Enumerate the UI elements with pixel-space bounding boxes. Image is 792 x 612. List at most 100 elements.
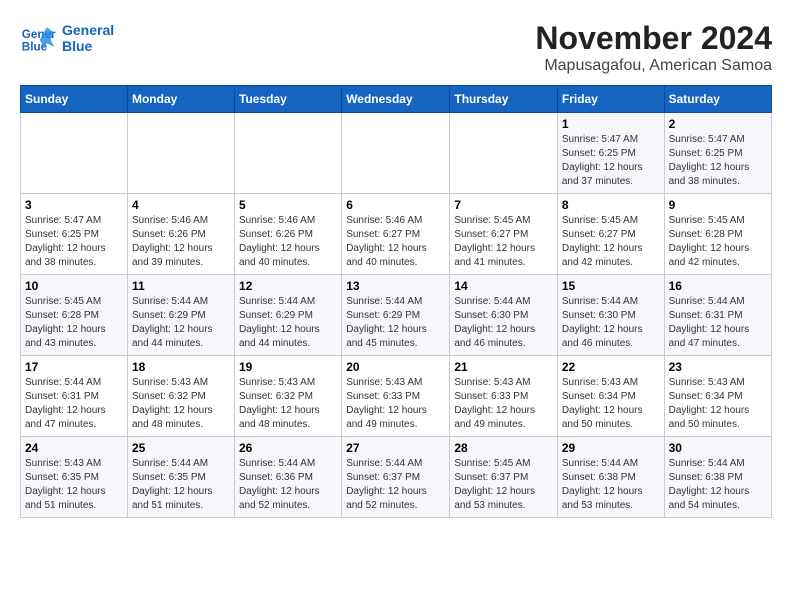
calendar-day-cell: 5 Sunrise: 5:46 AM Sunset: 6:26 PM Daylig… bbox=[235, 194, 342, 275]
calendar-day-cell: 17 Sunrise: 5:44 AM Sunset: 6:31 PM Dayli… bbox=[21, 356, 128, 437]
day-number: 17 bbox=[25, 360, 123, 374]
day-number: 4 bbox=[132, 198, 230, 212]
calendar-day-cell bbox=[127, 113, 234, 194]
calendar-day-cell: 13 Sunrise: 5:44 AM Sunset: 6:29 PM Dayli… bbox=[342, 275, 450, 356]
calendar-day-cell: 22 Sunrise: 5:43 AM Sunset: 6:34 PM Dayli… bbox=[557, 356, 664, 437]
weekday-header-cell: Monday bbox=[127, 86, 234, 113]
logo-line1: General bbox=[62, 22, 114, 38]
calendar-day-cell: 23 Sunrise: 5:43 AM Sunset: 6:34 PM Dayli… bbox=[664, 356, 771, 437]
day-info: Sunrise: 5:43 AM Sunset: 6:33 PM Dayligh… bbox=[346, 376, 445, 432]
day-number: 26 bbox=[239, 441, 337, 455]
day-info: Sunrise: 5:44 AM Sunset: 6:37 PM Dayligh… bbox=[346, 457, 445, 513]
weekday-header-cell: Saturday bbox=[664, 86, 771, 113]
calendar-day-cell: 10Sunrise: 5:45 AM Sunset: 6:28 PM Dayli… bbox=[21, 275, 128, 356]
calendar-day-cell bbox=[342, 113, 450, 194]
weekday-header-cell: Wednesday bbox=[342, 86, 450, 113]
calendar-day-cell: 30Sunrise: 5:44 AM Sunset: 6:38 PM Dayli… bbox=[664, 437, 771, 518]
day-info: Sunrise: 5:44 AM Sunset: 6:31 PM Dayligh… bbox=[25, 376, 123, 432]
calendar-day-cell: 6 Sunrise: 5:46 AM Sunset: 6:27 PM Daylig… bbox=[342, 194, 450, 275]
day-info: Sunrise: 5:44 AM Sunset: 6:29 PM Dayligh… bbox=[132, 295, 230, 351]
calendar-day-cell: 26 Sunrise: 5:44 AM Sunset: 6:36 PM Dayli… bbox=[235, 437, 342, 518]
day-number: 21 bbox=[454, 360, 553, 374]
day-info: Sunrise: 5:45 AM Sunset: 6:27 PM Dayligh… bbox=[454, 214, 553, 270]
day-info: Sunrise: 5:47 AM Sunset: 6:25 PM Dayligh… bbox=[669, 133, 767, 189]
day-info: Sunrise: 5:45 AM Sunset: 6:37 PM Dayligh… bbox=[454, 457, 553, 513]
day-number: 2 bbox=[669, 117, 767, 131]
logo-icon: General Blue bbox=[20, 20, 56, 56]
title-block: November 2024 Mapusagafou, American Samo… bbox=[535, 20, 772, 75]
day-number: 14 bbox=[454, 279, 553, 293]
day-info: Sunrise: 5:44 AM Sunset: 6:38 PM Dayligh… bbox=[669, 457, 767, 513]
calendar-day-cell: 15 Sunrise: 5:44 AM Sunset: 6:30 PM Dayli… bbox=[557, 275, 664, 356]
day-info: Sunrise: 5:46 AM Sunset: 6:27 PM Dayligh… bbox=[346, 214, 445, 270]
calendar-day-cell: 9 Sunrise: 5:45 AM Sunset: 6:28 PM Daylig… bbox=[664, 194, 771, 275]
calendar-week-row: 17 Sunrise: 5:44 AM Sunset: 6:31 PM Dayli… bbox=[21, 356, 772, 437]
day-number: 12 bbox=[239, 279, 337, 293]
day-info: Sunrise: 5:46 AM Sunset: 6:26 PM Dayligh… bbox=[132, 214, 230, 270]
day-info: Sunrise: 5:43 AM Sunset: 6:32 PM Dayligh… bbox=[239, 376, 337, 432]
day-number: 9 bbox=[669, 198, 767, 212]
calendar-day-cell bbox=[21, 113, 128, 194]
calendar-day-cell bbox=[235, 113, 342, 194]
day-info: Sunrise: 5:43 AM Sunset: 6:32 PM Dayligh… bbox=[132, 376, 230, 432]
calendar-day-cell: 28 Sunrise: 5:45 AM Sunset: 6:37 PM Dayli… bbox=[450, 437, 558, 518]
day-number: 25 bbox=[132, 441, 230, 455]
day-info: Sunrise: 5:44 AM Sunset: 6:36 PM Dayligh… bbox=[239, 457, 337, 513]
calendar-day-cell: 11 Sunrise: 5:44 AM Sunset: 6:29 PM Dayli… bbox=[127, 275, 234, 356]
logo-line2: Blue bbox=[62, 38, 92, 54]
weekday-header-cell: Sunday bbox=[21, 86, 128, 113]
day-number: 10 bbox=[25, 279, 123, 293]
day-info: Sunrise: 5:43 AM Sunset: 6:34 PM Dayligh… bbox=[669, 376, 767, 432]
calendar-day-cell: 25 Sunrise: 5:44 AM Sunset: 6:35 PM Dayli… bbox=[127, 437, 234, 518]
day-info: Sunrise: 5:44 AM Sunset: 6:38 PM Dayligh… bbox=[562, 457, 660, 513]
day-number: 15 bbox=[562, 279, 660, 293]
day-number: 29 bbox=[562, 441, 660, 455]
day-info: Sunrise: 5:44 AM Sunset: 6:31 PM Dayligh… bbox=[669, 295, 767, 351]
weekday-header-cell: Thursday bbox=[450, 86, 558, 113]
logo: General Blue General Blue bbox=[20, 20, 114, 56]
day-number: 6 bbox=[346, 198, 445, 212]
day-number: 1 bbox=[562, 117, 660, 131]
day-number: 8 bbox=[562, 198, 660, 212]
calendar-day-cell: 14 Sunrise: 5:44 AM Sunset: 6:30 PM Dayli… bbox=[450, 275, 558, 356]
calendar-day-cell: 21Sunrise: 5:43 AM Sunset: 6:33 PM Dayli… bbox=[450, 356, 558, 437]
day-number: 5 bbox=[239, 198, 337, 212]
day-number: 3 bbox=[25, 198, 123, 212]
calendar-day-cell: 3Sunrise: 5:47 AM Sunset: 6:25 PM Daylig… bbox=[21, 194, 128, 275]
calendar-day-cell: 27 Sunrise: 5:44 AM Sunset: 6:37 PM Dayli… bbox=[342, 437, 450, 518]
calendar-week-row: 1 Sunrise: 5:47 AM Sunset: 6:25 PM Daylig… bbox=[21, 113, 772, 194]
calendar-body: 1 Sunrise: 5:47 AM Sunset: 6:25 PM Daylig… bbox=[21, 113, 772, 518]
day-number: 28 bbox=[454, 441, 553, 455]
calendar-day-cell: 4 Sunrise: 5:46 AM Sunset: 6:26 PM Daylig… bbox=[127, 194, 234, 275]
calendar-table: SundayMondayTuesdayWednesdayThursdayFrid… bbox=[20, 85, 772, 518]
day-info: Sunrise: 5:45 AM Sunset: 6:28 PM Dayligh… bbox=[669, 214, 767, 270]
month-title: November 2024 bbox=[535, 20, 772, 57]
day-number: 23 bbox=[669, 360, 767, 374]
calendar-week-row: 10Sunrise: 5:45 AM Sunset: 6:28 PM Dayli… bbox=[21, 275, 772, 356]
day-number: 27 bbox=[346, 441, 445, 455]
day-number: 20 bbox=[346, 360, 445, 374]
day-info: Sunrise: 5:44 AM Sunset: 6:30 PM Dayligh… bbox=[454, 295, 553, 351]
day-number: 13 bbox=[346, 279, 445, 293]
day-info: Sunrise: 5:44 AM Sunset: 6:35 PM Dayligh… bbox=[132, 457, 230, 513]
day-info: Sunrise: 5:46 AM Sunset: 6:26 PM Dayligh… bbox=[239, 214, 337, 270]
day-info: Sunrise: 5:43 AM Sunset: 6:34 PM Dayligh… bbox=[562, 376, 660, 432]
day-number: 24 bbox=[25, 441, 123, 455]
calendar-week-row: 3Sunrise: 5:47 AM Sunset: 6:25 PM Daylig… bbox=[21, 194, 772, 275]
day-number: 22 bbox=[562, 360, 660, 374]
weekday-header-cell: Tuesday bbox=[235, 86, 342, 113]
calendar-day-cell: 24Sunrise: 5:43 AM Sunset: 6:35 PM Dayli… bbox=[21, 437, 128, 518]
day-number: 19 bbox=[239, 360, 337, 374]
day-number: 16 bbox=[669, 279, 767, 293]
day-number: 18 bbox=[132, 360, 230, 374]
calendar-day-cell: 7 Sunrise: 5:45 AM Sunset: 6:27 PM Daylig… bbox=[450, 194, 558, 275]
day-number: 11 bbox=[132, 279, 230, 293]
day-info: Sunrise: 5:44 AM Sunset: 6:30 PM Dayligh… bbox=[562, 295, 660, 351]
day-number: 7 bbox=[454, 198, 553, 212]
calendar-day-cell: 29 Sunrise: 5:44 AM Sunset: 6:38 PM Dayli… bbox=[557, 437, 664, 518]
weekday-header-row: SundayMondayTuesdayWednesdayThursdayFrid… bbox=[21, 86, 772, 113]
day-info: Sunrise: 5:47 AM Sunset: 6:25 PM Dayligh… bbox=[562, 133, 660, 189]
calendar-day-cell: 2 Sunrise: 5:47 AM Sunset: 6:25 PM Daylig… bbox=[664, 113, 771, 194]
calendar-day-cell: 16 Sunrise: 5:44 AM Sunset: 6:31 PM Dayli… bbox=[664, 275, 771, 356]
day-info: Sunrise: 5:44 AM Sunset: 6:29 PM Dayligh… bbox=[346, 295, 445, 351]
